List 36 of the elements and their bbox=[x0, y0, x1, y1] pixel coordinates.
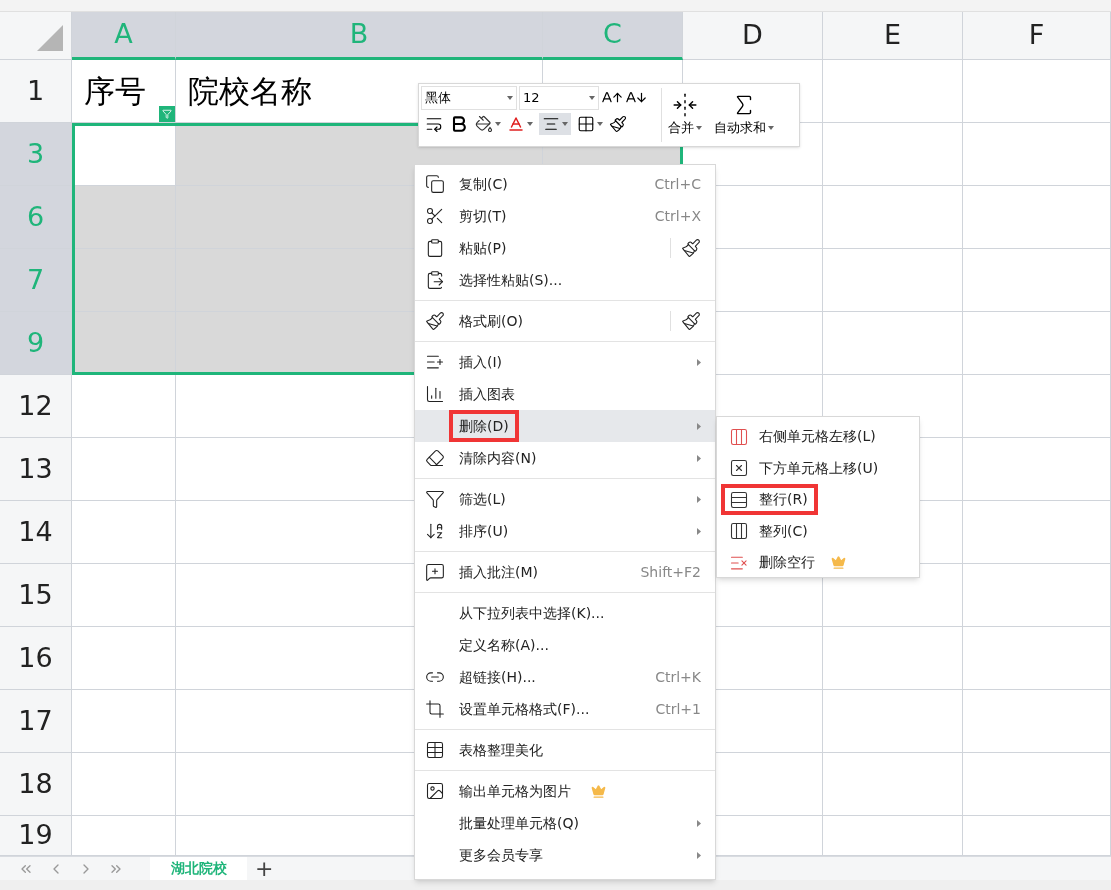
shortcut-text: Ctrl+K bbox=[655, 667, 701, 687]
submenu-item-label: 下方单元格上移(U) bbox=[759, 458, 879, 478]
menu-item-label: 剪切(T) bbox=[459, 206, 507, 226]
merge-label: 合并 bbox=[668, 119, 694, 138]
menu-item-label: 输出单元格为图片 bbox=[459, 781, 571, 801]
menu-item-label: 格式刷(O) bbox=[459, 311, 523, 331]
menu-item-label: 更多会员专享 bbox=[459, 845, 543, 865]
menu-item-label: 粘贴(P) bbox=[459, 238, 507, 258]
menu-item-label: 插入图表 bbox=[459, 384, 515, 404]
shortcut-text: Ctrl+X bbox=[654, 206, 701, 226]
font-name: 黑体 bbox=[425, 89, 451, 108]
menu-item-label: 删除(D) bbox=[459, 416, 509, 436]
menu-item-label: 设置单元格格式(F)... bbox=[459, 699, 590, 719]
submenu-item-label: 整行(R) bbox=[759, 490, 808, 510]
shortcut-text: Ctrl+1 bbox=[655, 699, 701, 719]
font-size: 12 bbox=[523, 89, 540, 108]
menu-item-label: 筛选(L) bbox=[459, 489, 506, 509]
submenu-item-label: 整列(C) bbox=[759, 521, 808, 541]
menu-item-label: 选择性粘贴(S)... bbox=[459, 270, 563, 290]
menu-item-label: 批量处理单元格(Q) bbox=[459, 813, 579, 833]
menu-item-label: 插入(I) bbox=[459, 352, 503, 372]
submenu-item-label: 右侧单元格左移(L) bbox=[759, 427, 876, 447]
autosum-label: 自动求和 bbox=[714, 119, 766, 138]
menu-item-label: 定义名称(A)... bbox=[459, 635, 549, 655]
shortcut-text: Shift+F2 bbox=[640, 562, 701, 582]
menu-item-label: 排序(U) bbox=[459, 521, 509, 541]
cell-text: 院校名称 bbox=[188, 71, 312, 111]
cell-text: 序号 bbox=[84, 71, 146, 111]
menu-item-label: 插入批注(M) bbox=[459, 562, 538, 582]
menu-item-label: 超链接(H)... bbox=[459, 667, 536, 687]
menu-item-label: 复制(C) bbox=[459, 174, 508, 194]
menu-item-label: 表格整理美化 bbox=[459, 740, 543, 760]
shortcut-text: Ctrl+C bbox=[654, 174, 701, 194]
submenu-item-label: 删除空行 bbox=[759, 553, 815, 573]
menu-item-label: 清除内容(N) bbox=[459, 448, 537, 468]
menu-item-label: 从下拉列表中选择(K)... bbox=[459, 603, 605, 623]
